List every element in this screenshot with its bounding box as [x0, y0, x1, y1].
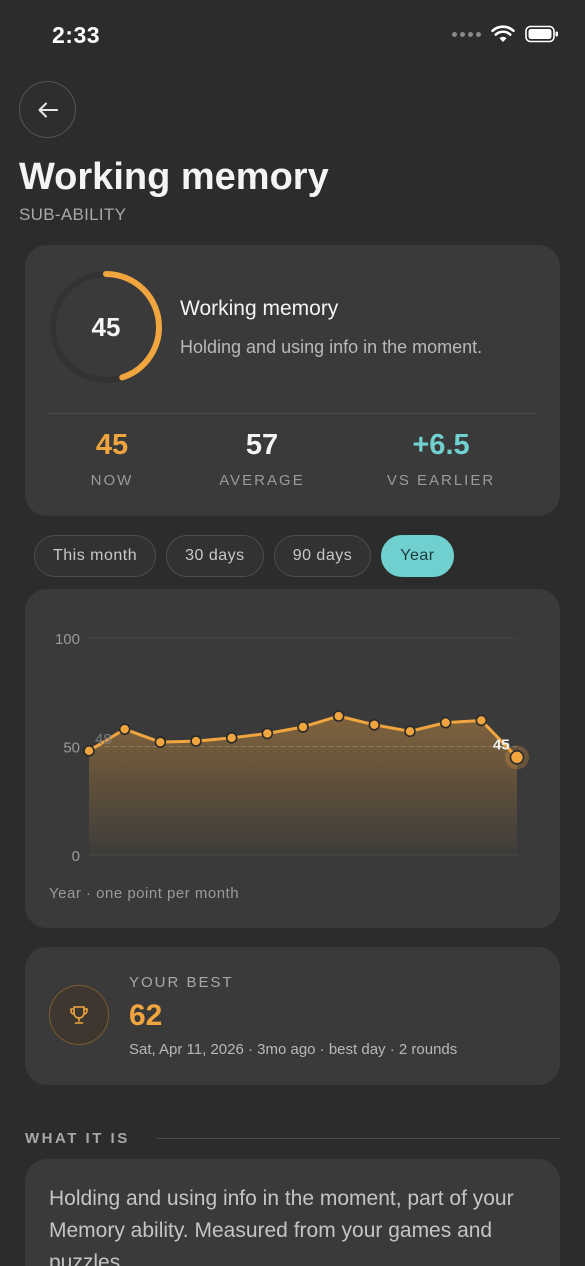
description-card: Holding and using info in the moment, pa…	[25, 1159, 560, 1266]
section-heading: WHAT IT IS	[25, 1130, 130, 1147]
data-point	[368, 719, 381, 731]
trend-chart: 100 50 0 48 45	[55, 631, 529, 865]
best-value: 62	[129, 999, 163, 1032]
chart-caption: Year · one point per month	[49, 885, 240, 902]
score-ring-value: 45	[91, 311, 121, 342]
stat-vs-earlier-value: +6.5	[412, 429, 470, 461]
data-point	[154, 736, 167, 748]
range-tabs: This month 30 days 90 days Year	[34, 535, 454, 577]
ability-name: Working memory	[180, 297, 339, 320]
trend-chart-card: 100 50 0 48 45 Year · one point per month	[25, 589, 560, 928]
trophy-badge	[49, 985, 109, 1045]
stat-now-label: NOW	[90, 472, 134, 489]
data-point	[297, 721, 309, 733]
stat-average-value: 57	[245, 429, 279, 461]
status-bar: 2:33	[0, 0, 585, 70]
status-icons	[452, 25, 559, 43]
stat-average: 57 AVERAGE	[177, 429, 347, 489]
page-title: Working memory	[19, 156, 329, 198]
ability-description: Holding and using info in the moment.	[180, 337, 483, 357]
tab-this-month[interactable]: This month	[34, 535, 157, 577]
battery-icon	[525, 25, 558, 43]
section-divider	[157, 1138, 560, 1139]
data-point	[404, 725, 416, 738]
score-ring: 45	[48, 269, 164, 385]
trophy-icon	[70, 1006, 88, 1024]
arrow-left-icon	[38, 102, 58, 117]
tab-30-days[interactable]: 30 days	[166, 535, 264, 577]
stat-now: 45 NOW	[27, 429, 197, 489]
start-value-label: 48	[95, 731, 112, 748]
data-point	[261, 727, 274, 740]
area-fill	[89, 716, 517, 855]
data-point	[83, 745, 95, 757]
data-point	[190, 735, 202, 747]
y-tick-label: 0	[72, 848, 80, 865]
cellular-signal-icon	[452, 31, 481, 37]
data-point	[332, 710, 345, 722]
data-point	[475, 714, 488, 727]
back-button[interactable]	[19, 81, 76, 138]
description-text: Holding and using info in the moment, pa…	[49, 1187, 514, 1266]
data-point	[118, 723, 131, 735]
data-point	[225, 732, 238, 744]
tab-year[interactable]: Year	[381, 535, 454, 577]
y-tick-label: 100	[55, 631, 80, 648]
stat-vs-earlier: +6.5 VS EARLIER	[356, 429, 526, 489]
tab-90-days[interactable]: 90 days	[273, 535, 372, 577]
best-label: YOUR BEST	[129, 974, 234, 991]
summary-card: 45 Working memory Holding and using info…	[25, 245, 560, 516]
personal-best-card: YOUR BEST 62 Sat, Apr 11, 2026 · 3mo ago…	[25, 947, 560, 1085]
y-tick-label: 50	[63, 740, 80, 757]
data-point	[439, 716, 452, 729]
stat-average-label: AVERAGE	[219, 472, 305, 489]
page-subtitle: SUB-ABILITY	[19, 205, 127, 224]
divider	[48, 413, 537, 414]
stat-vs-earlier-label: VS EARLIER	[386, 472, 496, 489]
best-meta: Sat, Apr 11, 2026 · 3mo ago · best day ·…	[129, 1041, 458, 1058]
end-value-label: 45	[493, 736, 510, 753]
data-point	[509, 750, 525, 765]
wifi-icon	[491, 25, 515, 42]
stat-now-value: 45	[95, 429, 129, 461]
status-time: 2:33	[52, 22, 101, 48]
